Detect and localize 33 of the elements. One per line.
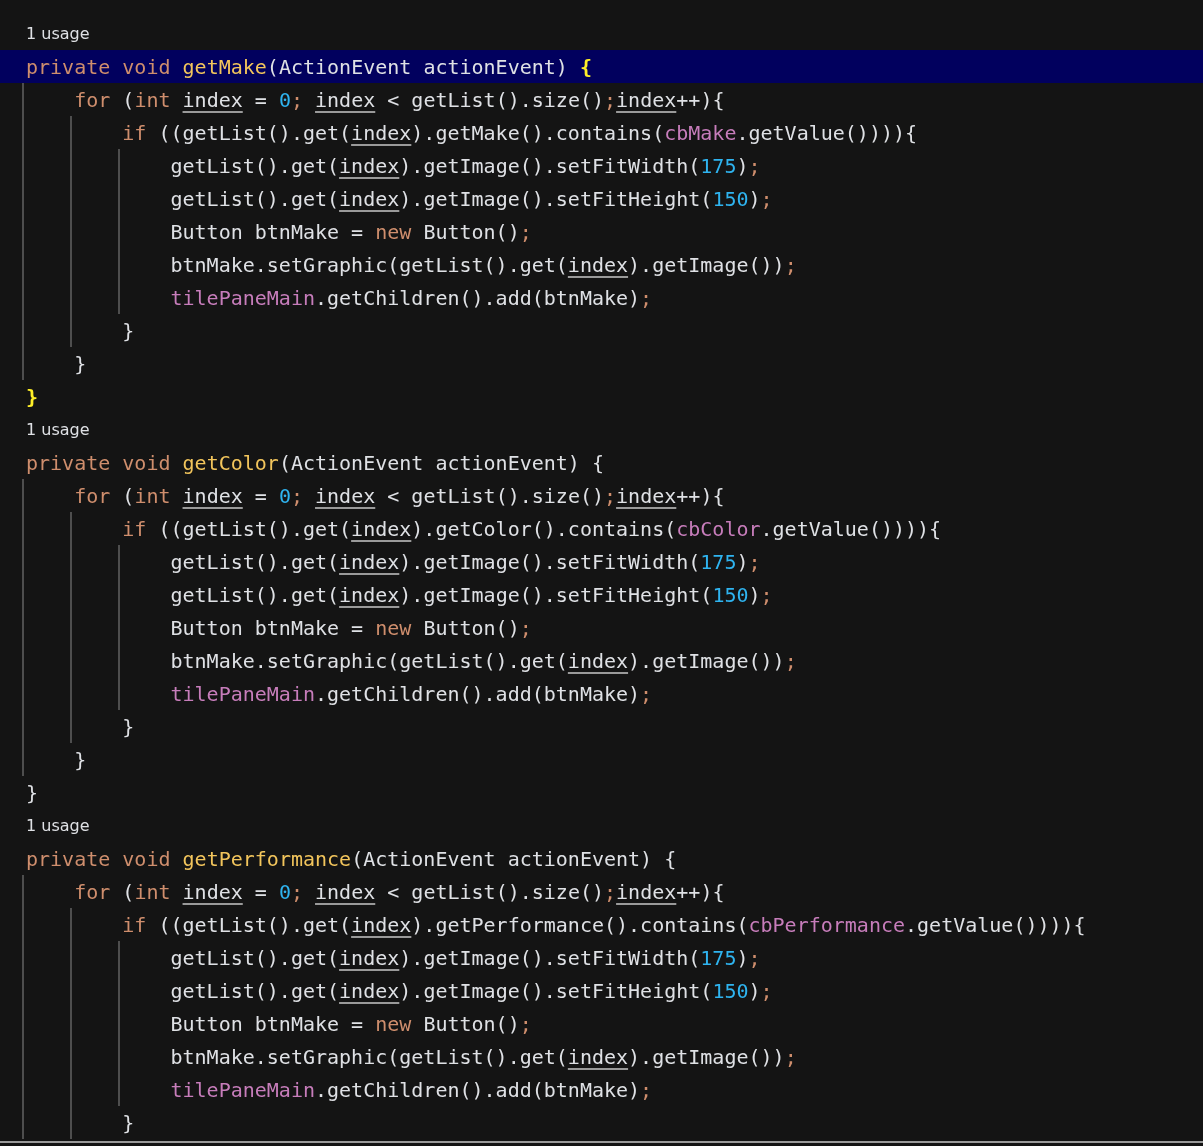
code-line: getList().get(index).getImage().setFitHeight(150);: [0, 578, 1203, 611]
code-line: if ((getList().get(index).getMake().contains(cbMake.getValue()))){: [0, 116, 1203, 149]
code-line: for (int index = 0; index < getList().size();index++){: [0, 875, 1203, 908]
code-line: }: [0, 347, 1203, 380]
code-line: Button btnMake = new Button();: [0, 215, 1203, 248]
code-line: btnMake.setGraphic(getList().get(index).getImage());: [0, 1040, 1203, 1073]
code-line: }: [0, 314, 1203, 347]
code-line: tilePaneMain.getChildren().add(btnMake);: [0, 1073, 1203, 1106]
code-line: private void getColor(ActionEvent actionEvent) {: [25, 449, 605, 477]
usage-hint[interactable]: 1 usage: [26, 420, 90, 439]
code-line: if ((getList().get(index).getColor().contains(cbColor.getValue()))){: [0, 512, 1203, 545]
code-line: btnMake.setGraphic(getList().get(index).getImage());: [0, 248, 1203, 281]
code-line: }: [0, 743, 1203, 776]
code-line: Button btnMake = new Button();: [0, 611, 1203, 644]
code-line: getList().get(index).getImage().setFitWidth(175);: [0, 545, 1203, 578]
code-line: }: [25, 779, 40, 807]
code-line: if ((getList().get(index).getPerformance().contains(cbPerformance.getValue()))){: [0, 908, 1203, 941]
code-line: private void getPerformance(ActionEvent actionEvent) {: [25, 845, 678, 873]
code-line: btnMake.setGraphic(getList().get(index).getImage());: [0, 644, 1203, 677]
code-line: }: [0, 1106, 1203, 1139]
code-line: }: [0, 710, 1203, 743]
code-line: tilePaneMain.getChildren().add(btnMake);: [0, 281, 1203, 314]
code-line: getList().get(index).getImage().setFitWidth(175);: [0, 941, 1203, 974]
code-line: getList().get(index).getImage().setFitHeight(150);: [0, 974, 1203, 1007]
usage-hint[interactable]: 1 usage: [26, 816, 90, 835]
code-line: getList().get(index).getImage().setFitHeight(150);: [0, 182, 1203, 215]
code-line: tilePaneMain.getChildren().add(btnMake);: [0, 677, 1203, 710]
code-line: }: [25, 383, 40, 411]
code-line: Button btnMake = new Button();: [0, 1007, 1203, 1040]
usage-hint[interactable]: 1 usage: [26, 24, 90, 43]
code-line: for (int index = 0; index < getList().size();index++){: [0, 83, 1203, 116]
code-line: getList().get(index).getImage().setFitWidth(175);: [0, 149, 1203, 182]
code-line: for (int index = 0; index < getList().size();index++){: [0, 479, 1203, 512]
